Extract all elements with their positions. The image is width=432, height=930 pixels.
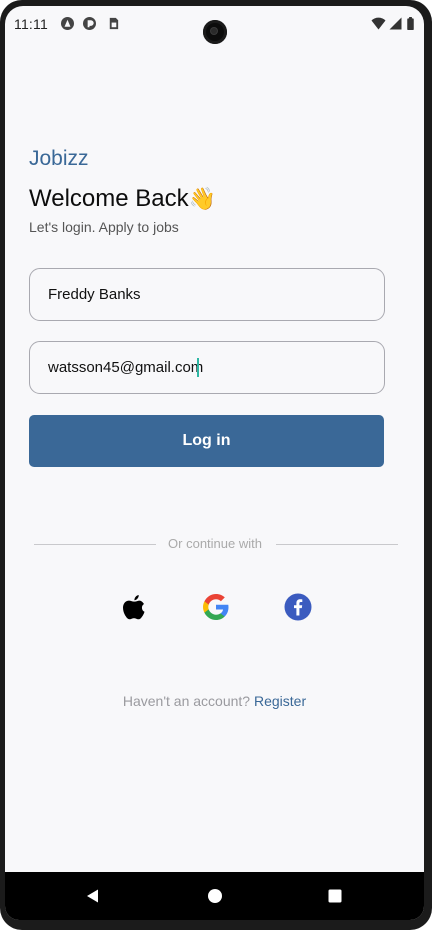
recents-square-icon	[328, 889, 342, 903]
wifi-icon	[371, 17, 386, 30]
battery-icon	[407, 17, 414, 30]
device-frame: 11:11 Jobizz Welcome Back👋 Let's login. …	[0, 0, 432, 930]
nav-back-button[interactable]	[83, 886, 103, 906]
screen: 11:11 Jobizz Welcome Back👋 Let's login. …	[5, 6, 424, 920]
welcome-heading: Welcome Back👋	[29, 185, 216, 213]
nav-recents-button[interactable]	[325, 886, 345, 906]
login-button[interactable]: Log in	[29, 415, 384, 467]
sync-notification-icon	[83, 17, 96, 30]
signal-icon	[389, 17, 402, 30]
register-prompt: Haven't an account?	[122, 693, 251, 709]
welcome-subtitle: Let's login. Apply to jobs	[29, 219, 179, 235]
divider-text: Or continue with	[168, 536, 262, 551]
system-navigation-bar	[5, 872, 424, 920]
nav-home-button[interactable]	[205, 886, 225, 906]
register-link[interactable]: Register	[254, 693, 306, 709]
front-camera	[203, 20, 227, 44]
app-notification-icon	[61, 17, 74, 30]
name-input[interactable]	[30, 269, 384, 320]
wave-emoji: 👋	[188, 186, 217, 211]
welcome-title: Welcome Back	[29, 185, 189, 212]
status-bar: 11:11	[5, 6, 424, 44]
divider-left	[34, 544, 156, 545]
email-input[interactable]	[30, 342, 384, 393]
sim-card-icon	[109, 17, 119, 30]
brand-logo-text: Jobizz	[29, 147, 89, 170]
back-triangle-icon	[87, 889, 98, 903]
apple-icon	[123, 595, 145, 620]
register-row: Haven't an account? Register	[5, 693, 424, 709]
google-login-button[interactable]	[200, 591, 232, 623]
facebook-login-button[interactable]	[282, 591, 314, 623]
apple-login-button[interactable]	[118, 591, 150, 623]
status-time: 11:11	[14, 16, 48, 32]
divider-right	[276, 544, 398, 545]
name-field[interactable]	[29, 268, 385, 321]
home-circle-icon	[208, 889, 222, 903]
email-field[interactable]	[29, 341, 385, 394]
google-icon	[203, 594, 229, 620]
text-cursor	[197, 358, 199, 377]
facebook-icon	[284, 593, 312, 621]
